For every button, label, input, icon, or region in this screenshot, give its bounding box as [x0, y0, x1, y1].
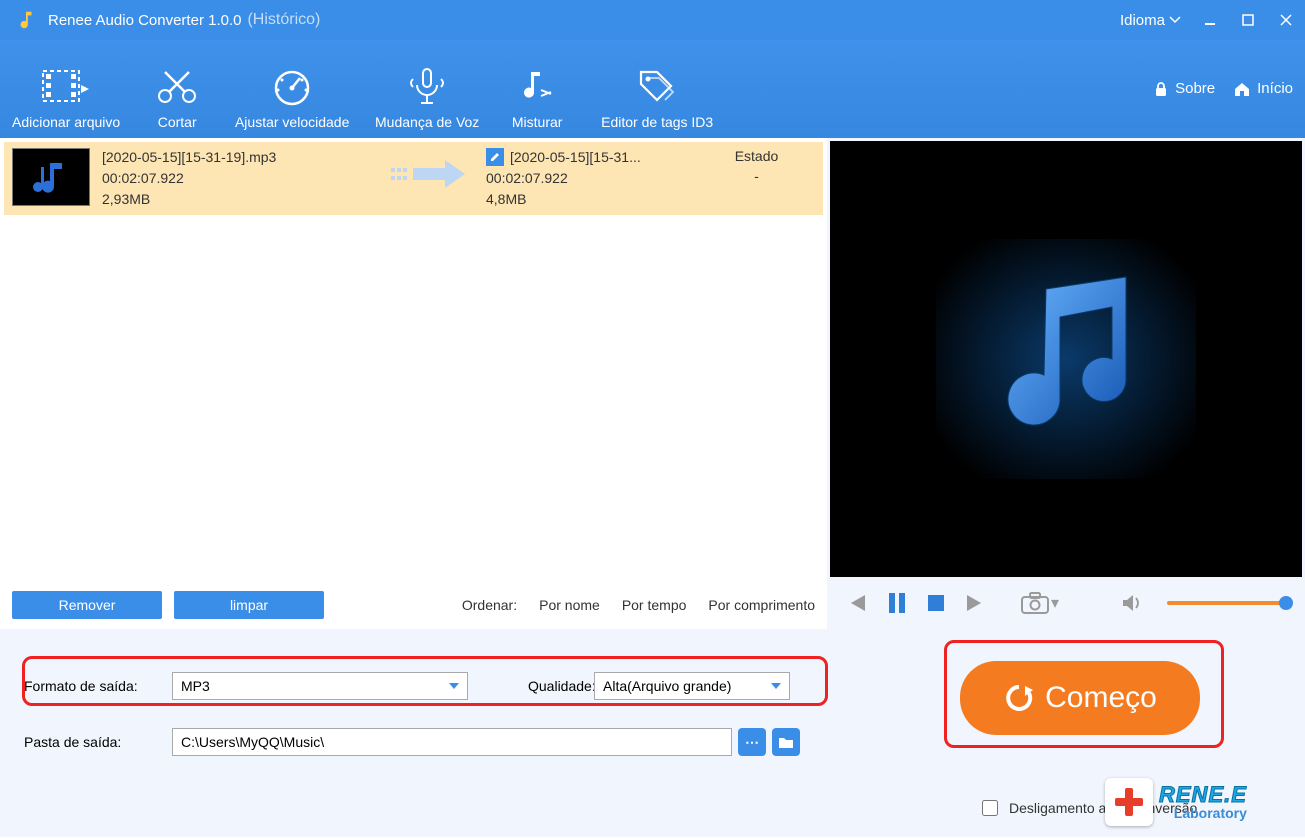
- sort-by-length[interactable]: Por comprimento: [708, 597, 815, 613]
- src-duration: 00:02:07.922: [102, 169, 372, 188]
- mix-icon: [517, 62, 557, 110]
- about-button[interactable]: Sobre: [1153, 80, 1215, 97]
- src-filename: [2020-05-15][15-31-19].mp3: [102, 148, 372, 167]
- microphone-icon: [407, 62, 447, 110]
- language-label: Idioma: [1120, 12, 1165, 29]
- stop-button[interactable]: [927, 594, 945, 612]
- chevron-down-icon: [771, 683, 781, 689]
- brand-logo: RENE.E Laboratory: [1105, 773, 1295, 831]
- refresh-icon: [1003, 682, 1035, 714]
- add-file-button[interactable]: Adicionar arquivo: [0, 56, 132, 138]
- volume-icon[interactable]: [1121, 593, 1143, 613]
- about-label: Sobre: [1175, 80, 1215, 97]
- brand-sub: Laboratory: [1159, 806, 1247, 820]
- app-title: Renee Audio Converter 1.0.0: [48, 12, 241, 29]
- volume-thumb[interactable]: [1279, 596, 1293, 610]
- lock-icon: [1153, 81, 1169, 97]
- home-button[interactable]: Início: [1233, 80, 1293, 97]
- toolbar: Adicionar arquivo Cortar Ajustar velocid…: [0, 40, 1305, 138]
- bottom-panel: Formato de saída: MP3 Qualidade: Alta(Ar…: [0, 629, 1305, 837]
- snapshot-button[interactable]: ▾: [1021, 592, 1059, 614]
- brand-name: RENE.E: [1159, 784, 1247, 806]
- file-actions-bar: Remover limpar Ordenar: Por nome Por tem…: [0, 581, 827, 629]
- maximize-button[interactable]: [1229, 0, 1267, 40]
- edit-icon[interactable]: [486, 148, 504, 166]
- add-file-label: Adicionar arquivo: [12, 114, 120, 130]
- film-add-icon: [41, 62, 91, 110]
- output-folder-input[interactable]: [172, 728, 732, 756]
- language-dropdown[interactable]: Idioma: [1110, 12, 1191, 29]
- state-header: Estado: [735, 148, 779, 164]
- id3-editor-label: Editor de tags ID3: [601, 114, 713, 130]
- chevron-down-icon: [1169, 15, 1181, 25]
- chevron-down-icon: [449, 683, 459, 689]
- quality-combo[interactable]: Alta(Arquivo grande): [594, 672, 790, 700]
- convert-arrow-icon: [384, 148, 474, 194]
- dst-size: 4,8MB: [486, 190, 686, 209]
- id3-editor-button[interactable]: Editor de tags ID3: [582, 56, 732, 138]
- open-folder-button[interactable]: [772, 728, 800, 756]
- more-button[interactable]: ⋯: [738, 728, 766, 756]
- format-value: MP3: [181, 678, 210, 694]
- brand-cross-icon: [1105, 778, 1153, 826]
- next-button[interactable]: [965, 593, 987, 613]
- close-button[interactable]: [1267, 0, 1305, 40]
- player-controls: ▾: [827, 577, 1305, 629]
- mix-button[interactable]: Misturar: [492, 56, 582, 138]
- prev-button[interactable]: [845, 593, 867, 613]
- file-row[interactable]: [2020-05-15][15-31-19].mp3 00:02:07.922 …: [4, 142, 823, 215]
- volume-slider[interactable]: [1167, 601, 1287, 605]
- minimize-button[interactable]: [1191, 0, 1229, 40]
- preview-panel: ▾: [827, 138, 1305, 629]
- tags-icon: [635, 62, 679, 110]
- app-subtitle: (Histórico): [247, 11, 320, 29]
- shutdown-input[interactable]: [982, 800, 998, 816]
- format-combo[interactable]: MP3: [172, 672, 468, 700]
- folder-label: Pasta de saída:: [24, 734, 172, 750]
- home-icon: [1233, 81, 1251, 97]
- start-button[interactable]: Começo: [960, 661, 1200, 735]
- file-thumbnail: [12, 148, 90, 206]
- format-label: Formato de saída:: [24, 678, 172, 694]
- src-size: 2,93MB: [102, 190, 372, 209]
- remove-button[interactable]: Remover: [12, 591, 162, 619]
- gauge-icon: [270, 62, 314, 110]
- mix-label: Misturar: [512, 114, 563, 130]
- adjust-speed-label: Ajustar velocidade: [235, 114, 349, 130]
- dst-duration: 00:02:07.922: [486, 169, 686, 188]
- folder-icon: [778, 735, 794, 749]
- scissors-icon: [155, 62, 199, 110]
- cut-button[interactable]: Cortar: [132, 56, 222, 138]
- voice-change-button[interactable]: Mudança de Voz: [362, 56, 492, 138]
- file-list[interactable]: [2020-05-15][15-31-19].mp3 00:02:07.922 …: [0, 138, 827, 581]
- preview-display: [830, 141, 1302, 577]
- app-logo-icon: [14, 8, 38, 32]
- sort-label: Ordenar:: [462, 597, 517, 613]
- sort-by-time[interactable]: Por tempo: [622, 597, 687, 613]
- dst-filename: [2020-05-15][15-31...: [510, 148, 641, 167]
- state-value: -: [754, 168, 759, 184]
- home-label: Início: [1257, 80, 1293, 97]
- voice-change-label: Mudança de Voz: [375, 114, 479, 130]
- cut-label: Cortar: [158, 114, 197, 130]
- file-panel: [2020-05-15][15-31-19].mp3 00:02:07.922 …: [0, 138, 827, 629]
- adjust-speed-button[interactable]: Ajustar velocidade: [222, 56, 362, 138]
- titlebar: Renee Audio Converter 1.0.0 (Histórico) …: [0, 0, 1305, 40]
- quality-value: Alta(Arquivo grande): [603, 678, 731, 694]
- pause-button[interactable]: [887, 592, 907, 614]
- quality-label: Qualidade:: [528, 678, 594, 694]
- main-area: [2020-05-15][15-31-19].mp3 00:02:07.922 …: [0, 138, 1305, 629]
- sort-by-name[interactable]: Por nome: [539, 597, 600, 613]
- start-label: Começo: [1045, 681, 1157, 715]
- clear-button[interactable]: limpar: [174, 591, 324, 619]
